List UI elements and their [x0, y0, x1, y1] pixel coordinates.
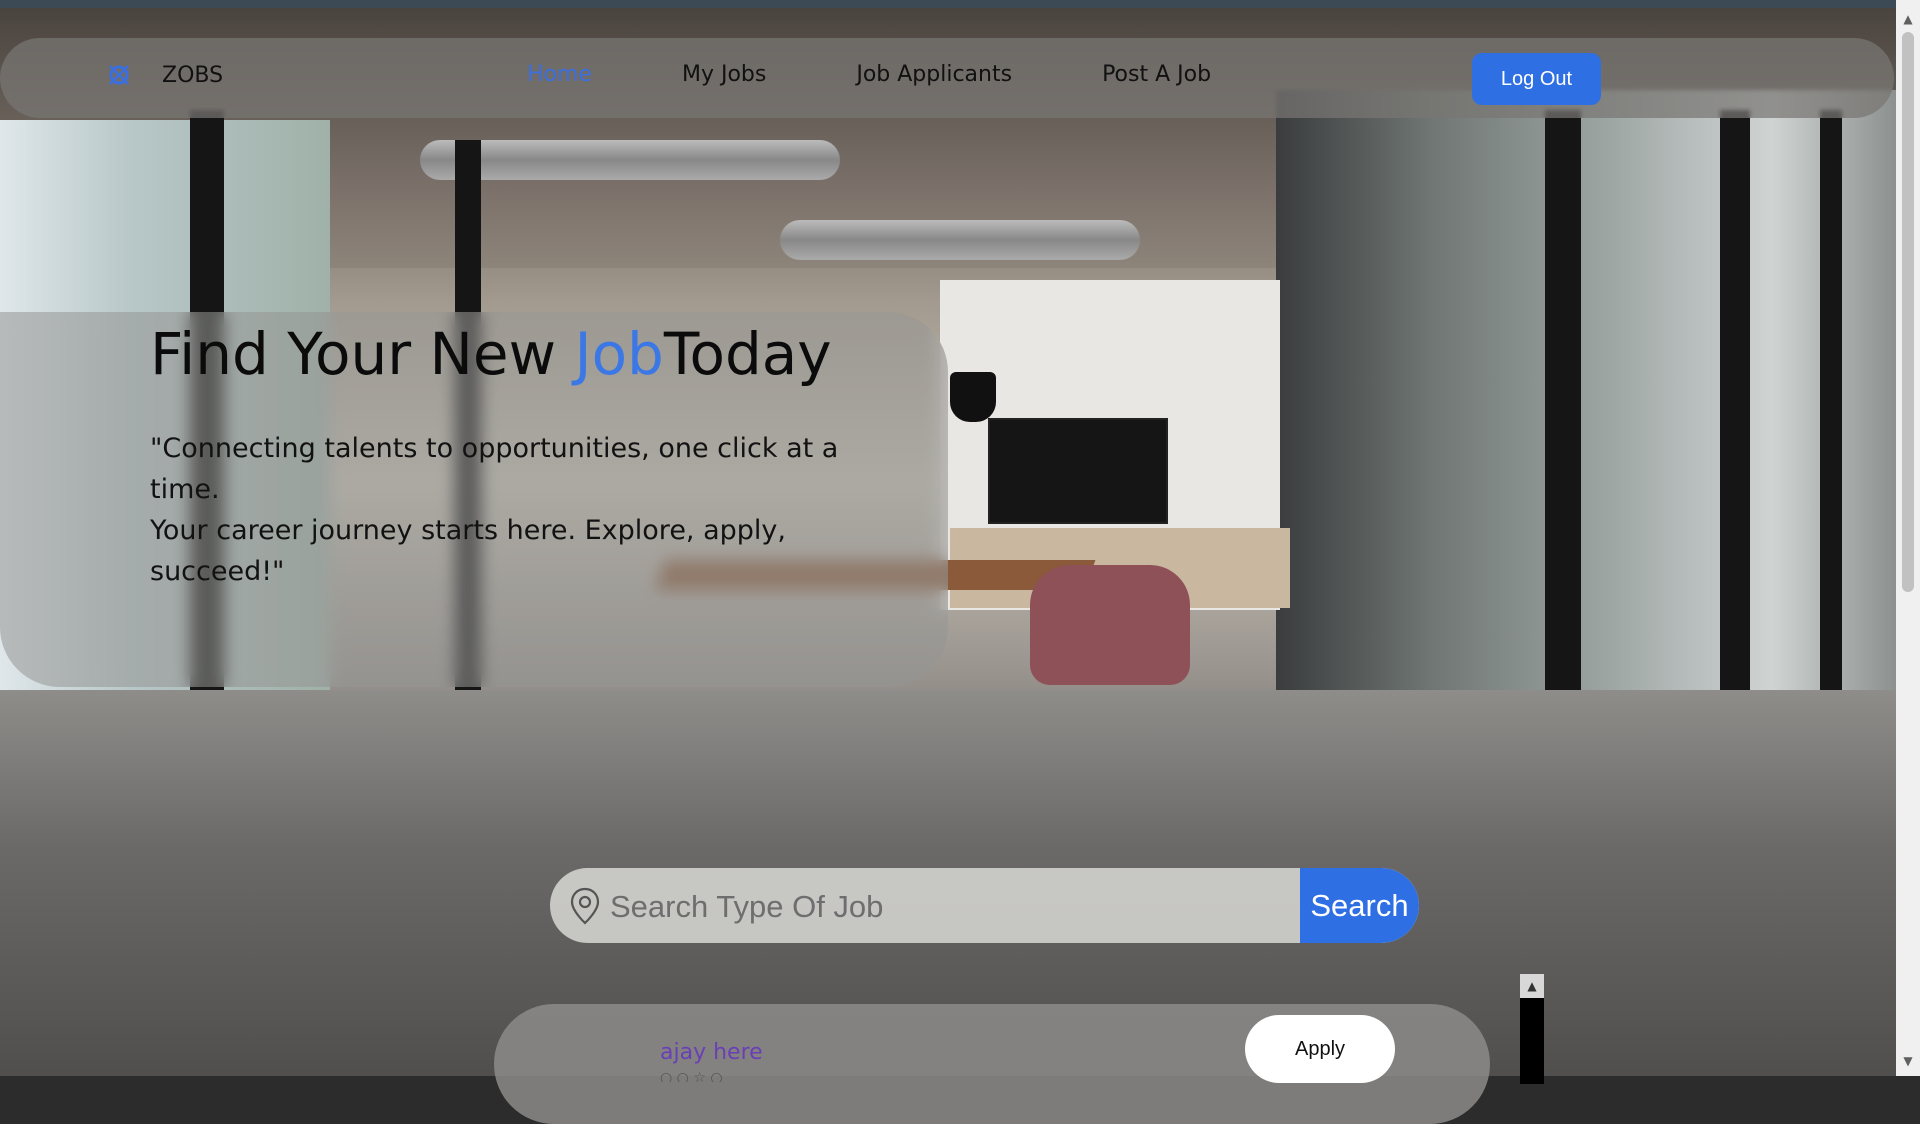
- logout-button[interactable]: Log Out: [1472, 53, 1601, 105]
- hero-panel: Find Your New JobToday "Connecting talen…: [0, 312, 948, 687]
- hero-title: Find Your New JobToday: [150, 320, 832, 388]
- job-card: ajay here ○ ○ ☆ ○ Apply: [494, 1004, 1490, 1124]
- job-meta-icons: ○ ○ ☆ ○: [660, 1070, 723, 1082]
- hero-quote: "Connecting talents to opportunities, on…: [150, 428, 910, 592]
- job-list-scrollbar[interactable]: ▲: [1520, 974, 1544, 1084]
- search-bar: Search: [550, 868, 1419, 943]
- window-frame: [1545, 110, 1581, 780]
- scroll-up-arrow-icon[interactable]: ▲: [1520, 974, 1544, 998]
- search-button[interactable]: Search: [1300, 868, 1419, 943]
- hero-quote-line-1: "Connecting talents to opportunities, on…: [150, 433, 839, 505]
- nav-links: Home My Jobs Job Applicants Post A Job: [527, 62, 1301, 87]
- navbar: ZOBS Home My Jobs Job Applicants Post A …: [0, 38, 1894, 118]
- duct: [420, 140, 840, 180]
- nav-link-post-a-job[interactable]: Post A Job: [1102, 62, 1211, 87]
- logo-icon: [106, 62, 132, 88]
- hero-title-part1: Find Your New: [150, 320, 575, 388]
- page-scrollbar[interactable]: ▲ ▼: [1896, 0, 1920, 1076]
- brand[interactable]: ZOBS: [106, 62, 223, 88]
- location-pin-icon: [568, 886, 602, 926]
- window-frame: [1820, 110, 1842, 790]
- scroll-up-arrow-icon[interactable]: ▲: [1896, 8, 1920, 30]
- window-frame: [1720, 110, 1750, 790]
- apply-button[interactable]: Apply: [1245, 1015, 1395, 1083]
- search-input[interactable]: [608, 868, 1302, 943]
- brand-name: ZOBS: [162, 62, 224, 88]
- hero-title-part2: Today: [663, 320, 832, 388]
- pendant-lamp: [950, 372, 996, 422]
- nav-link-job-applicants[interactable]: Job Applicants: [856, 62, 1012, 87]
- chair: [1030, 565, 1190, 685]
- job-poster-link[interactable]: ajay here: [660, 1040, 763, 1065]
- hero-title-accent: Job: [574, 320, 664, 388]
- scroll-down-arrow-icon[interactable]: ▼: [1896, 1050, 1920, 1072]
- top-strip: [0, 0, 1896, 8]
- nav-link-home[interactable]: Home: [527, 62, 592, 87]
- tv-screen: [988, 418, 1168, 524]
- scrollbar-thumb[interactable]: [1902, 32, 1914, 592]
- duct: [780, 220, 1140, 260]
- nav-link-my-jobs[interactable]: My Jobs: [682, 62, 766, 87]
- hero-quote-line-2: Your career journey starts here. Explore…: [150, 515, 786, 587]
